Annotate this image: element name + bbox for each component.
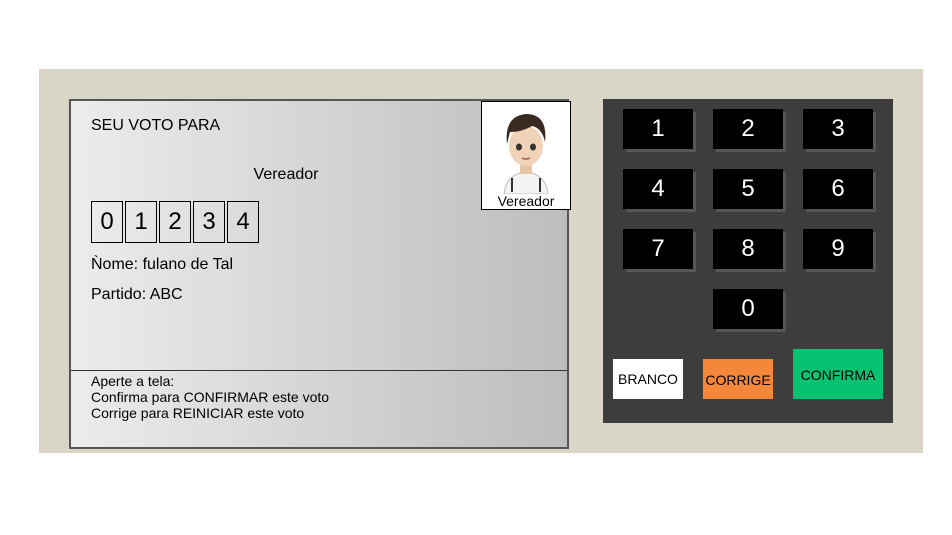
instructions-footer: Aperte a tela: Confirma para CONFIRMAR e…	[71, 370, 567, 421]
instructions-line: Corrige para REINICIAR este voto	[91, 405, 305, 421]
candidate-party: Partido: ABC	[91, 286, 183, 303]
key-9[interactable]: 9	[803, 229, 873, 269]
candidate-avatar-icon	[482, 102, 570, 194]
candidate-photo: Vereador	[481, 101, 571, 210]
number-digit: 3	[193, 201, 225, 243]
screen-title: SEU VOTO PARA	[91, 117, 221, 134]
number-digit: 1	[125, 201, 157, 243]
vote-screen-main: SEU VOTO PARA Vereador 0 1 2 3 4 Ǹome: f…	[71, 101, 571, 370]
instructions-line: Confirma para CONFIRMAR este voto	[91, 389, 330, 405]
blank-vote-button[interactable]: BRANCO	[613, 359, 683, 399]
keypad: 1 2 3 4 5 6 7 8 9 0 BRANCO CORRIGE CONFI…	[603, 99, 893, 423]
key-1[interactable]: 1	[623, 109, 693, 149]
instructions-line: Aperte a tela:	[91, 373, 175, 389]
key-0[interactable]: 0	[713, 289, 783, 329]
key-3[interactable]: 3	[803, 109, 873, 149]
confirm-button[interactable]: CONFIRMA	[793, 349, 883, 399]
number-digit: 2	[159, 201, 191, 243]
voting-machine: SEU VOTO PARA Vereador 0 1 2 3 4 Ǹome: f…	[39, 69, 923, 453]
number-digit: 0	[91, 201, 123, 243]
photo-caption: Vereador	[497, 193, 555, 209]
key-7[interactable]: 7	[623, 229, 693, 269]
correct-button[interactable]: CORRIGE	[703, 359, 773, 399]
key-8[interactable]: 8	[713, 229, 783, 269]
key-6[interactable]: 6	[803, 169, 873, 209]
key-4[interactable]: 4	[623, 169, 693, 209]
key-2[interactable]: 2	[713, 109, 783, 149]
role-label: Vereador	[253, 166, 319, 183]
vote-screen: SEU VOTO PARA Vereador 0 1 2 3 4 Ǹome: f…	[69, 99, 571, 449]
candidate-number: 0 1 2 3 4	[91, 201, 261, 243]
candidate-name: Ǹome: fulano de Tal	[91, 256, 234, 273]
key-5[interactable]: 5	[713, 169, 783, 209]
number-digit: 4	[227, 201, 259, 243]
